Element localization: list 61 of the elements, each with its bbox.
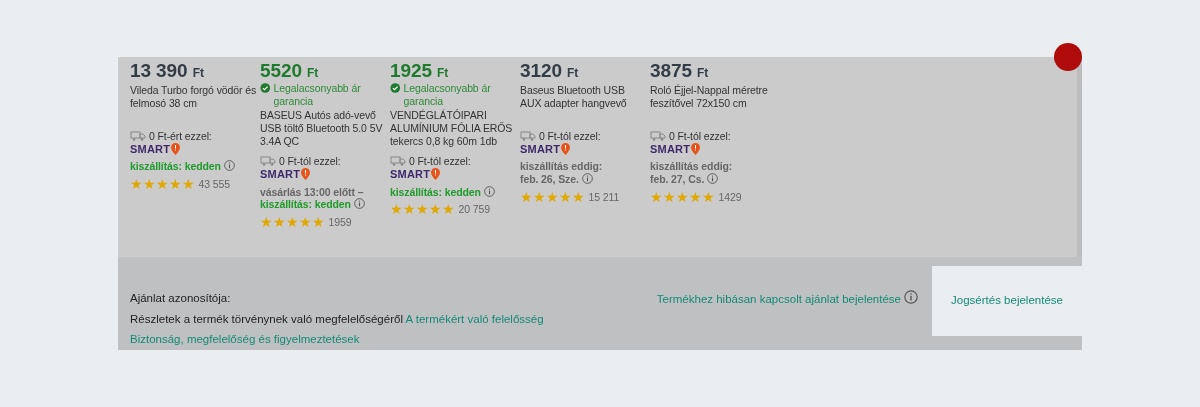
price: 5520 Ft	[260, 61, 320, 82]
delivery-text: feb. 26, Sze.	[520, 172, 579, 185]
delivery-text: kiszállítás eddig:	[650, 160, 733, 173]
info-icon[interactable]	[904, 290, 918, 304]
price: 3875 Ft	[650, 61, 710, 82]
smart-logo: SMART	[260, 168, 301, 181]
pin-icon	[301, 168, 311, 181]
delivery-text: vásárlás 13:00 előtt –	[260, 185, 364, 198]
pin-icon	[691, 142, 701, 155]
guarantee-label: Legalacsonyabb ár garancia	[273, 81, 362, 108]
info-icon[interactable]	[581, 172, 593, 184]
price: 13 390 Ft	[130, 61, 205, 82]
star-rating: ★★★★★	[260, 215, 325, 231]
infringement-link[interactable]: Jogsértés bejelentése	[951, 292, 1063, 310]
truck-icon	[650, 130, 666, 141]
truck-icon	[260, 156, 276, 167]
star-rating: ★★★★★	[650, 189, 715, 205]
review-count: 43 555	[198, 177, 231, 191]
info-icon[interactable]	[223, 160, 235, 172]
product-name[interactable]: Baseus Bluetooth USB AUX adapter hangvevő	[520, 83, 647, 124]
star-rating: ★★★★★	[130, 176, 195, 192]
truck-icon	[520, 130, 536, 141]
product-name[interactable]: Vileda Turbo forgó vödör és felmosó 38 cm	[130, 83, 257, 124]
delivery-text: kiszállítás: kedden	[260, 198, 351, 211]
badge-check-icon	[260, 81, 271, 94]
delivery-text: kiszállítás eddig:	[520, 160, 603, 173]
notification-badge	[1054, 43, 1082, 71]
shipping-label: 0 Ft-tól ezzel:	[669, 129, 731, 142]
review-count: 1429	[718, 190, 742, 204]
review-count: 20 759	[458, 203, 491, 217]
pin-icon	[431, 168, 441, 181]
shipping-label: 0 Ft-tól ezzel:	[409, 155, 471, 168]
pin-icon	[561, 142, 571, 155]
smart-logo: SMART	[520, 142, 561, 155]
product-name[interactable]: VENDÉGLÁTÓIPARI ALUMÍNIUM FÓLIA ERŐS tekercs 0,8 kg 60m 1db	[390, 109, 517, 150]
product-name[interactable]: BASEUS Autós adó-vevő USB töltő Bluetooth 5.0 5V 3.4A QC	[260, 109, 387, 150]
review-count: 1959	[328, 216, 352, 230]
price: 3120 Ft	[520, 61, 580, 82]
shipping-label: 0 Ft-tól ezzel:	[279, 155, 341, 168]
badge-check-icon	[390, 81, 401, 94]
truck-icon	[130, 130, 146, 141]
price: 1925 Ft	[390, 61, 450, 82]
delivery-text: kiszállítás: kedden	[390, 185, 481, 198]
pin-icon	[171, 142, 181, 155]
delivery-text: feb. 27, Cs.	[650, 172, 705, 185]
info-icon[interactable]	[483, 185, 495, 197]
product-name[interactable]: Roló Éjjel-Nappal méretre feszítővel 72x150 cm	[650, 83, 777, 124]
review-count: 15 211	[588, 190, 620, 204]
info-icon[interactable]	[353, 198, 365, 210]
smart-logo: SMART	[130, 142, 171, 155]
shipping-label: 0 Ft-ért ezzel:	[149, 129, 212, 142]
smart-logo: SMART	[390, 168, 431, 181]
star-rating: ★★★★★	[390, 202, 455, 218]
smart-logo: SMART	[650, 142, 691, 155]
guarantee-label: Legalacsonyabb ár garancia	[403, 81, 492, 108]
shipping-label: 0 Ft-tól ezzel:	[539, 129, 601, 142]
delivery-text: kiszállítás: kedden	[130, 160, 221, 173]
star-rating: ★★★★★	[520, 189, 585, 205]
info-icon[interactable]	[707, 172, 719, 184]
truck-icon	[390, 156, 406, 167]
offer-id-label: Ajánlat azonosítója:	[130, 292, 231, 304]
